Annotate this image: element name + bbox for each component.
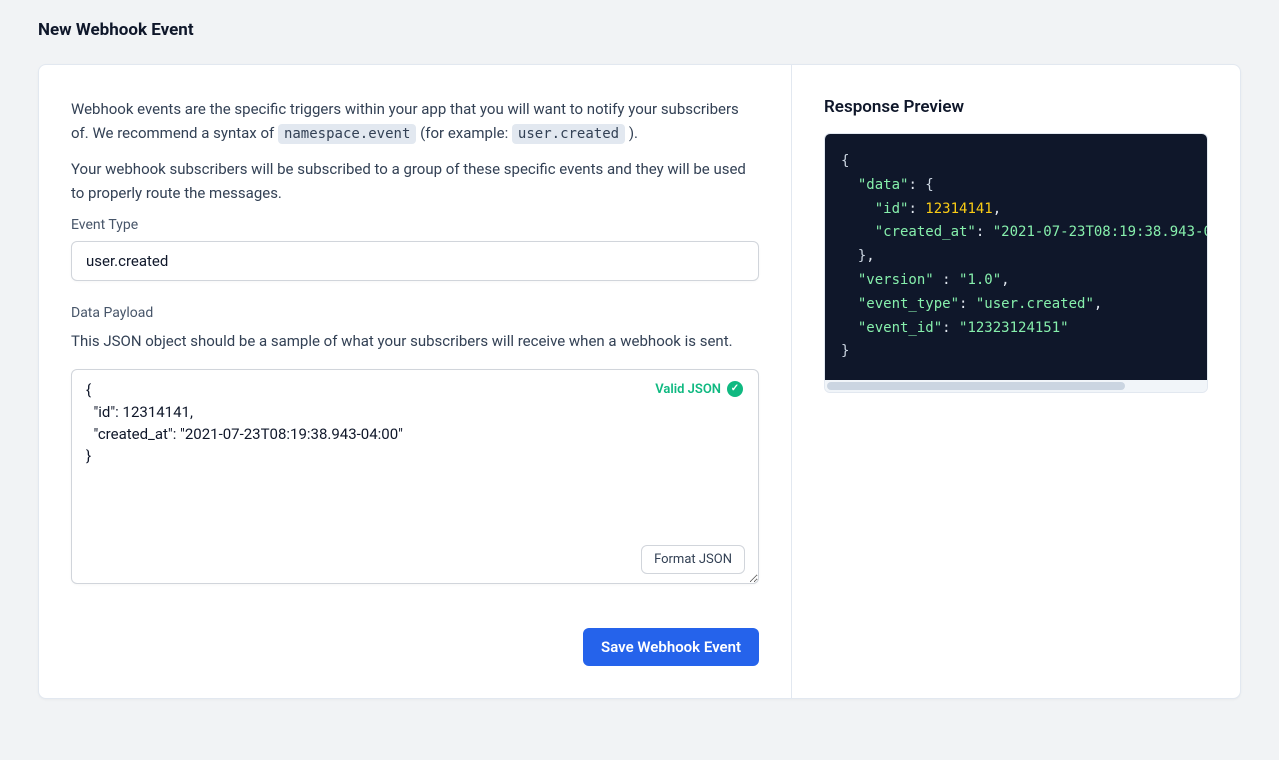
data-payload-label: Data Payload	[71, 305, 759, 321]
preview-panel: Response Preview { "data": { "id": 12314…	[792, 65, 1240, 698]
check-circle-icon	[727, 381, 743, 397]
page-title: New Webhook Event	[38, 20, 1241, 40]
intro-text-mid: (for example:	[420, 124, 512, 142]
event-type-label: Event Type	[71, 217, 759, 233]
code-preview-wrapper: { "data": { "id": 12314141, "created_at"…	[824, 133, 1208, 393]
payload-editor-wrapper: Valid JSON Format JSON	[71, 369, 759, 588]
valid-json-badge: Valid JSON	[655, 381, 743, 397]
horizontal-scrollbar[interactable]	[825, 380, 1207, 392]
valid-json-label: Valid JSON	[655, 382, 721, 397]
response-preview-code[interactable]: { "data": { "id": 12314141, "created_at"…	[825, 134, 1207, 380]
scrollbar-thumb[interactable]	[827, 382, 1125, 390]
event-example-code: user.created	[512, 124, 625, 144]
intro-paragraph-1: Webhook events are the specific triggers…	[71, 97, 759, 145]
webhook-form-card: Webhook events are the specific triggers…	[38, 64, 1241, 699]
syntax-example-code: namespace.event	[278, 124, 416, 144]
response-preview-title: Response Preview	[824, 97, 1208, 117]
intro-paragraph-2: Your webhook subscribers will be subscri…	[71, 157, 759, 205]
data-payload-help: This JSON object should be a sample of w…	[71, 329, 759, 353]
format-json-button[interactable]: Format JSON	[641, 545, 745, 574]
event-type-input[interactable]	[71, 241, 759, 281]
form-actions: Save Webhook Event	[71, 628, 759, 666]
intro-text-suffix: ).	[629, 124, 638, 142]
form-panel: Webhook events are the specific triggers…	[39, 65, 792, 698]
save-webhook-button[interactable]: Save Webhook Event	[583, 628, 759, 666]
